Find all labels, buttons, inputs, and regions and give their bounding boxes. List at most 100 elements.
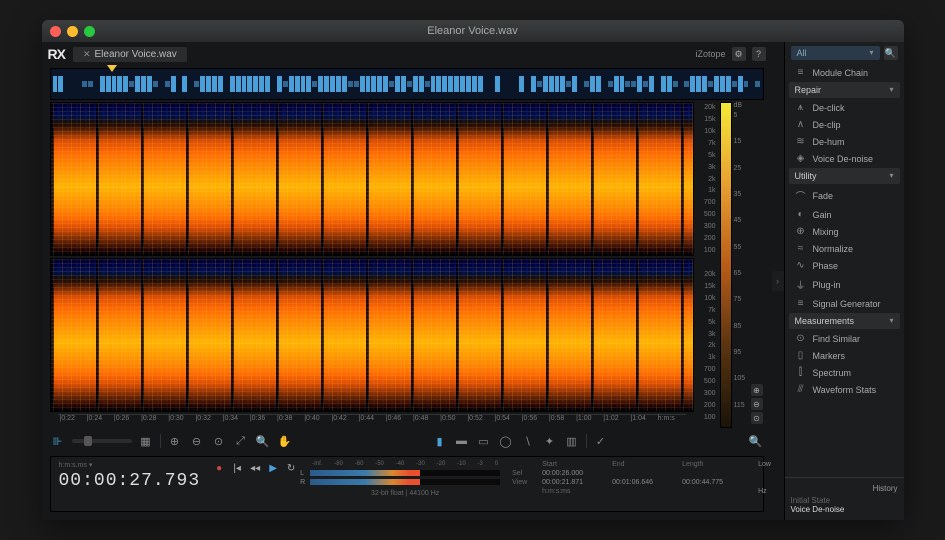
top-toolbar: RX ✕ Eleanor Voice.wav iZotope ⚙ ? <box>42 42 772 66</box>
brand-label: iZotope <box>695 49 725 59</box>
module-de-clip[interactable]: ∧De-clip <box>785 116 904 133</box>
playhead-marker[interactable] <box>107 65 117 72</box>
history-initial[interactable]: Initial State <box>791 496 898 505</box>
apply-button[interactable]: ✓ <box>593 433 609 449</box>
meter-left: L <box>310 470 500 476</box>
waveform-overview[interactable] <box>50 68 764 100</box>
module-signal-generator[interactable]: ≡Signal Generator <box>785 295 904 312</box>
window-title: Eleanor Voice.wav <box>42 25 904 37</box>
module-gain[interactable]: ◐Gain <box>785 206 904 223</box>
traffic-lights <box>50 26 95 37</box>
main-panel: RX ✕ Eleanor Voice.wav iZotope ⚙ ? <box>42 42 772 520</box>
module-mixing[interactable]: ⊕Mixing <box>785 223 904 240</box>
overview-waveform <box>53 71 761 97</box>
tf-select-tool[interactable]: ▬ <box>454 433 470 449</box>
timecode-display: 00:00:27.793 <box>59 471 201 491</box>
meter-scale: -Inf.-80-60-50-40-30-20-10-30 <box>310 461 500 467</box>
zoom-in-button[interactable]: ⊕ <box>167 433 183 449</box>
time-select-tool[interactable]: ▮ <box>432 433 448 449</box>
blend-slider[interactable] <box>72 439 132 443</box>
module-icon: ≡ <box>795 298 807 309</box>
timecode-block: h:m:s.ms ▾ 00:00:27.793 <box>59 461 201 491</box>
spectrogram-view-button[interactable]: ▦ <box>138 433 154 449</box>
transport-bar: h:m:s.ms ▾ 00:00:27.793 ● |◂ ◂◂ ▶ ↻ -Inf… <box>50 456 764 512</box>
module-group-measurements[interactable]: Measurements▾ <box>789 313 900 329</box>
zoom-h-button[interactable]: 🔍 <box>748 433 764 449</box>
app-body: RX ✕ Eleanor Voice.wav iZotope ⚙ ? <box>42 42 904 520</box>
spectrogram-left[interactable] <box>50 102 694 256</box>
waveform-view-button[interactable]: ⊪ <box>50 433 66 449</box>
titlebar: Eleanor Voice.wav <box>42 20 904 42</box>
module-waveform-stats[interactable]: ⫻Waveform Stats <box>785 381 904 398</box>
meter-right: R <box>310 479 500 485</box>
module-de-click[interactable]: ⩚De-click <box>785 99 904 116</box>
chevron-down-icon: ▾ <box>869 48 873 58</box>
brand-area: iZotope ⚙ ? <box>695 47 765 61</box>
search-button[interactable]: 🔍 <box>255 433 271 449</box>
zoom-out-button[interactable]: ⊖ <box>189 433 205 449</box>
module-spectrum[interactable]: ⫿Spectrum <box>785 364 904 381</box>
module-icon: ⫿ <box>795 367 807 378</box>
freq-select-tool[interactable]: ▭ <box>476 433 492 449</box>
module-group-repair[interactable]: Repair▾ <box>789 82 900 98</box>
app-logo: RX <box>48 46 65 62</box>
module-icon: ≋ <box>795 136 807 147</box>
module-icon: ⩚ <box>795 102 807 113</box>
module-normalize[interactable]: ≈Normalize <box>785 240 904 257</box>
module-icon: ⫻ <box>795 384 807 395</box>
zoom-reset-v-button[interactable]: ⊙ <box>751 412 763 424</box>
module-icon: ⊕ <box>795 226 807 237</box>
close-tab-icon[interactable]: ✕ <box>83 49 91 60</box>
lasso-tool[interactable]: ◯ <box>498 433 514 449</box>
module-icon: ⏚ <box>795 277 807 292</box>
history-label[interactable]: History <box>791 484 898 493</box>
module-group-utility[interactable]: Utility▾ <box>789 168 900 184</box>
skip-back-button[interactable]: ◂◂ <box>248 461 262 475</box>
history-last[interactable]: Voice De-noise <box>791 505 898 514</box>
zoom-window-button[interactable] <box>84 26 95 37</box>
frequency-ruler: 20k15k10k7k5k3k2k1k700500300200100​20k15… <box>694 102 718 428</box>
db-ruler: dB5152535455565758595105115 <box>732 102 750 428</box>
audio-format-label: 32-bit float | 44100 Hz <box>310 490 500 497</box>
play-button[interactable]: ▶ <box>266 461 280 475</box>
help-button[interactable]: ? <box>752 47 766 61</box>
module-fade[interactable]: ⌒Fade <box>785 185 904 206</box>
module-find-similar[interactable]: ⊙Find Similar <box>785 330 904 347</box>
module-phase[interactable]: ∿Phase <box>785 257 904 274</box>
view-toolbar: ⊪ ▦ ⊕ ⊖ ⊙ ⤢ 🔍 ✋ ▮ ▬ ▭ ◯ ∖ ✦ ▥ ✓ <box>50 430 764 452</box>
zoom-out-v-button[interactable]: ⊖ <box>751 398 763 410</box>
zoom-sel-button[interactable]: ⊙ <box>211 433 227 449</box>
module-chain-button[interactable]: ≡ Module Chain <box>785 64 904 81</box>
sidebar-collapse-button[interactable]: › <box>772 271 784 291</box>
spectrogram-right[interactable] <box>50 258 694 412</box>
module-plug-in[interactable]: ⏚Plug-in <box>785 274 904 295</box>
history-panel: History Initial State Voice De-noise <box>785 477 904 520</box>
module-de-hum[interactable]: ≋De-hum <box>785 133 904 150</box>
module-icon: ◈ <box>795 153 807 164</box>
rewind-button[interactable]: |◂ <box>230 461 244 475</box>
grab-tool-button[interactable]: ✋ <box>277 433 293 449</box>
minimize-window-button[interactable] <box>67 26 78 37</box>
vertical-zoom: ⊕ ⊖ ⊙ <box>750 102 764 428</box>
module-icon: ◐ <box>795 209 807 220</box>
tab-filename: Eleanor Voice.wav <box>95 49 177 60</box>
wand-tool[interactable]: ✦ <box>542 433 558 449</box>
transport-buttons: ● |◂ ◂◂ ▶ ↻ <box>212 461 298 475</box>
brush-tool[interactable]: ∖ <box>520 433 536 449</box>
module-filter-select[interactable]: All ▾ <box>791 46 880 60</box>
sidebar-top: All ▾ 🔍 <box>785 42 904 64</box>
zoom-fit-button[interactable]: ⤢ <box>233 433 249 449</box>
module-icon: ⊙ <box>795 333 807 344</box>
level-meters: -Inf.-80-60-50-40-30-20-10-30 L R 32-bit… <box>310 461 500 497</box>
file-tab[interactable]: ✕ Eleanor Voice.wav <box>73 47 187 62</box>
region-tool[interactable]: ▥ <box>564 433 580 449</box>
module-markers[interactable]: ▯Markers <box>785 347 904 364</box>
close-window-button[interactable] <box>50 26 61 37</box>
zoom-in-v-button[interactable]: ⊕ <box>751 384 763 396</box>
settings-button[interactable]: ⚙ <box>732 47 746 61</box>
module-search-button[interactable]: 🔍 <box>884 46 898 60</box>
module-voice-de-noise[interactable]: ◈Voice De-noise <box>785 150 904 167</box>
record-button[interactable]: ● <box>212 461 226 475</box>
loop-button[interactable]: ↻ <box>284 461 298 475</box>
time-format-selector[interactable]: h:m:s.ms ▾ <box>59 461 201 469</box>
